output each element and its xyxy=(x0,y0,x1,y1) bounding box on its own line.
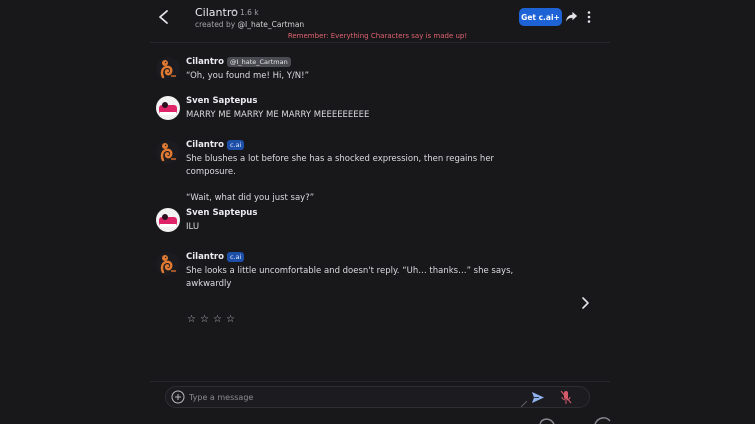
user-avatar[interactable] xyxy=(156,96,180,120)
chat-message: Sven Saptepus ILU xyxy=(156,208,536,234)
get-cai-plus-button[interactable]: Get c.ai+ xyxy=(519,8,562,26)
creator-handle[interactable]: @I_hate_Cartman xyxy=(238,20,305,29)
footer-divider xyxy=(150,381,610,382)
chat-header: Cilantro 1.6 k created by @I_hate_Cartma… xyxy=(0,0,755,44)
cai-badge: c.ai xyxy=(226,140,245,150)
plus-circle-icon[interactable] xyxy=(171,390,185,404)
creator-line: created by @I_hate_Cartman xyxy=(195,20,304,29)
message-paragraph: MARRY ME MARRY ME MARRY MEEEEEEEEE xyxy=(186,110,370,120)
cilantro-avatar-image xyxy=(156,57,180,81)
star-icon[interactable]: ☆ xyxy=(213,314,223,326)
resize-handle-icon xyxy=(521,401,527,407)
cilantro-avatar[interactable] xyxy=(156,57,180,81)
chat-message: Cilantro c.ai She blushes a lot before s… xyxy=(156,140,536,203)
creator-badge: @I_hate_Cartman xyxy=(226,57,291,67)
chat-message: Cilantro @I_hate_Cartman “Oh, you found … xyxy=(156,57,536,83)
message-author[interactable]: Sven Saptepus xyxy=(186,208,257,218)
message-text: ILU xyxy=(186,221,526,234)
cai-badge: c.ai xyxy=(226,252,245,262)
chevron-right-icon[interactable] xyxy=(579,296,591,310)
creator-prefix: created by xyxy=(195,20,236,29)
cilantro-avatar-image xyxy=(156,252,180,276)
star-icon[interactable]: ☆ xyxy=(226,314,236,326)
message-text: She blushes a lot before she has a shock… xyxy=(186,153,526,205)
chevron-left-icon[interactable] xyxy=(155,8,173,26)
interaction-count-value: 1.6 k xyxy=(240,8,259,17)
cilantro-avatar[interactable] xyxy=(156,140,180,164)
message-paragraph: ILU xyxy=(186,222,200,232)
user-avatar-image xyxy=(156,96,180,120)
user-avatar[interactable] xyxy=(156,208,180,232)
message-header: Cilantro c.ai xyxy=(186,252,245,262)
message-composer xyxy=(165,386,590,408)
chat-bubble-icon xyxy=(231,9,238,16)
message-paragraph: “Wait, what did you just say?” xyxy=(186,193,315,203)
disclaimer-text: Remember: Everything Characters say is m… xyxy=(287,32,468,40)
message-header: Sven Saptepus xyxy=(186,208,257,218)
star-icon[interactable]: ☆ xyxy=(187,314,197,326)
message-author[interactable]: Cilantro xyxy=(186,140,224,150)
send-icon[interactable] xyxy=(531,391,545,404)
mic-off-icon[interactable] xyxy=(560,390,572,405)
message-text: “Oh, you found me! Hi, Y/N!” xyxy=(186,70,526,83)
message-author[interactable]: Cilantro xyxy=(186,57,224,67)
message-paragraph: She blushes a lot before she has a shock… xyxy=(186,154,495,177)
header-divider xyxy=(150,42,610,43)
message-text: She looks a little uncomfortable and doe… xyxy=(186,265,526,291)
rating-stars: ☆ ☆ ☆ ☆ xyxy=(187,314,236,326)
message-header: Cilantro @I_hate_Cartman xyxy=(186,57,291,67)
star-icon[interactable]: ☆ xyxy=(200,314,210,326)
message-author[interactable]: Cilantro xyxy=(186,252,224,262)
message-text: MARRY ME MARRY ME MARRY MEEEEEEEEE xyxy=(186,109,526,122)
chat-message: Cilantro c.ai She looks a little uncomfo… xyxy=(156,252,536,292)
message-author[interactable]: Sven Saptepus xyxy=(186,96,257,106)
cilantro-avatar-image xyxy=(156,140,180,164)
background-decoration xyxy=(539,417,611,424)
interaction-count: 1.6 k xyxy=(231,8,259,17)
chat-message: Sven Saptepus MARRY ME MARRY ME MARRY ME… xyxy=(156,96,536,122)
message-input[interactable] xyxy=(189,390,519,404)
more-vertical-icon[interactable] xyxy=(584,10,594,24)
share-arrow-icon[interactable] xyxy=(565,10,578,23)
cilantro-avatar[interactable] xyxy=(156,252,180,276)
message-header: Cilantro c.ai xyxy=(186,140,245,150)
message-paragraph: She looks a little uncomfortable and doe… xyxy=(186,266,514,289)
message-paragraph: “Oh, you found me! Hi, Y/N!” xyxy=(186,71,309,81)
user-avatar-image xyxy=(156,208,180,232)
message-header: Sven Saptepus xyxy=(186,96,257,106)
